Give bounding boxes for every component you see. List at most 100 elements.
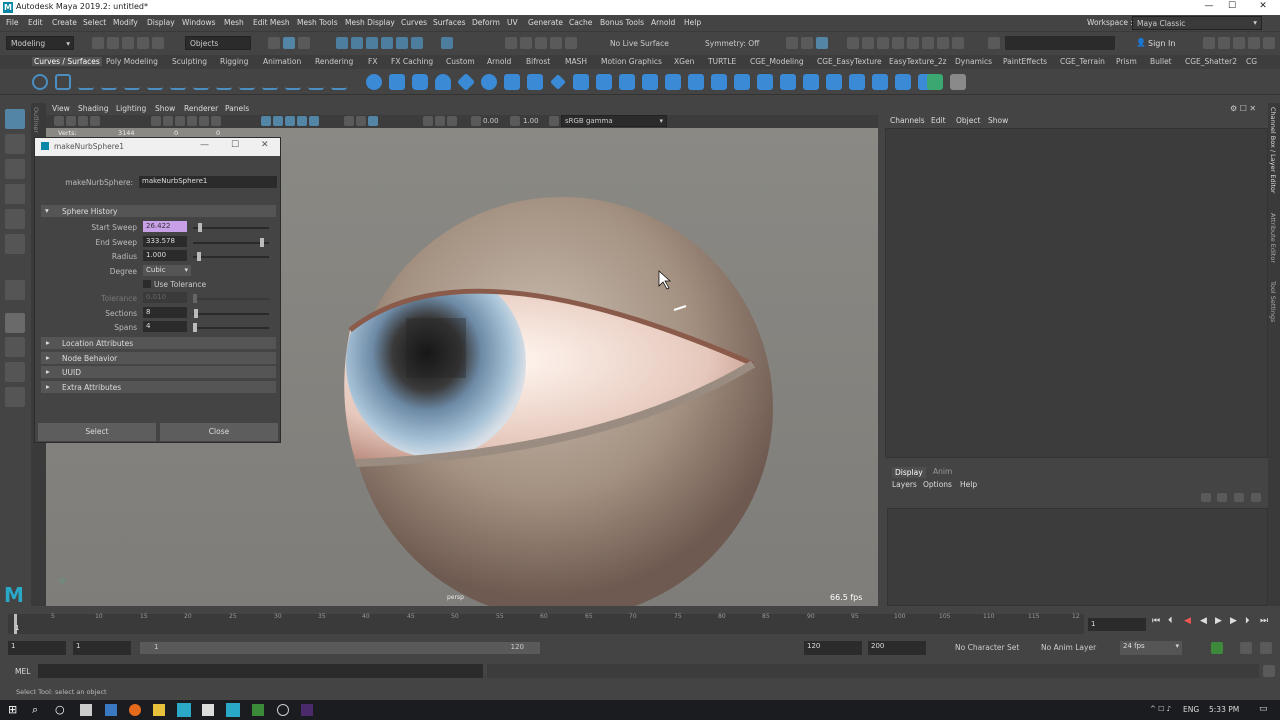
- start-sweep-slider[interactable]: [193, 223, 269, 232]
- task-view-icon[interactable]: ○: [55, 703, 65, 716]
- curve-editing-icon[interactable]: [331, 74, 347, 90]
- extend-curve-icon[interactable]: [239, 74, 255, 90]
- open-close-surface-icon[interactable]: [849, 74, 865, 90]
- color-management-icon[interactable]: [549, 116, 559, 126]
- menu-modify[interactable]: Modify: [113, 18, 138, 27]
- selection-mode-dropdown[interactable]: Objects: [185, 36, 251, 50]
- step-back-key-icon[interactable]: ⏴: [1168, 616, 1173, 626]
- boundary-icon[interactable]: [619, 74, 635, 90]
- vp-menu-show[interactable]: Show: [155, 104, 175, 113]
- redo-icon[interactable]: [152, 37, 164, 49]
- minimize-icon[interactable]: —: [200, 140, 209, 150]
- file-explorer-icon[interactable]: [153, 704, 165, 716]
- open-scene-icon[interactable]: [107, 37, 119, 49]
- camera-select-icon[interactable]: [54, 116, 64, 126]
- range-bar[interactable]: 1 120: [140, 642, 540, 654]
- loft-icon[interactable]: [527, 74, 543, 90]
- select-object-icon[interactable]: [283, 37, 295, 49]
- attach-curves-icon[interactable]: [170, 74, 186, 90]
- menu-mesh-display[interactable]: Mesh Display: [345, 18, 395, 27]
- render-view-icon[interactable]: [847, 37, 859, 49]
- tab-tool-settings[interactable]: Tool Settings: [1269, 281, 1277, 322]
- pause-viewport-icon[interactable]: [952, 37, 964, 49]
- render-icon[interactable]: [520, 37, 532, 49]
- slider-handle[interactable]: [198, 223, 203, 232]
- channel-box-area[interactable]: [885, 128, 1268, 458]
- colorspace-dropdown[interactable]: sRGB gamma ▾: [561, 115, 667, 127]
- menu-display[interactable]: Display: [147, 18, 175, 27]
- notepad-icon[interactable]: [80, 704, 92, 716]
- slider-handle[interactable]: [194, 309, 199, 318]
- render-settings-icon[interactable]: [550, 37, 562, 49]
- attribute-editor-toggle-icon[interactable]: [1203, 37, 1215, 49]
- layer-menu-help[interactable]: Help: [960, 480, 977, 489]
- light-editor-icon[interactable]: [937, 37, 949, 49]
- channel-box-options-icons[interactable]: ⚙ ☐ ✕: [1230, 104, 1256, 113]
- render-setup-icon[interactable]: [922, 37, 934, 49]
- step-forward-frame-icon[interactable]: ▶: [1230, 616, 1237, 626]
- sign-in-link[interactable]: Sign In: [1148, 39, 1175, 48]
- snap-point-icon[interactable]: [366, 37, 378, 49]
- insert-isoparm-icon[interactable]: [872, 74, 888, 90]
- vp-menu-lighting[interactable]: Lighting: [116, 104, 146, 113]
- tab-attribute-editor[interactable]: Attribute Editor: [1269, 213, 1277, 263]
- shelf-tab-sculpting[interactable]: Sculpting: [172, 57, 207, 66]
- shelf-tab-rigging[interactable]: Rigging: [220, 57, 248, 66]
- menu-curves[interactable]: Curves: [401, 18, 427, 27]
- shelf-tab-cge-terrain[interactable]: CGE_Terrain: [1060, 57, 1105, 66]
- close-button[interactable]: Close: [160, 423, 278, 441]
- menu-select[interactable]: Select: [83, 18, 106, 27]
- ep-curve-icon[interactable]: [78, 74, 94, 90]
- bevel-plus-icon[interactable]: [665, 74, 681, 90]
- layer-editor-toggle-icon[interactable]: [1248, 37, 1260, 49]
- menu-cache[interactable]: Cache: [569, 18, 592, 27]
- nurbs-cone-icon[interactable]: [435, 74, 451, 90]
- select-button[interactable]: Select: [38, 423, 156, 441]
- fps-dropdown[interactable]: 24 fps ▾: [1120, 641, 1182, 655]
- nurbs-cylinder-icon[interactable]: [412, 74, 428, 90]
- current-frame-field[interactable]: 1: [1088, 618, 1146, 631]
- menu-deform[interactable]: Deform: [472, 18, 500, 27]
- shelf-tab-fx-caching[interactable]: FX Caching: [391, 57, 433, 66]
- camera-attributes-icon[interactable]: [66, 116, 76, 126]
- system-tray-icons[interactable]: ^ ☐ ♪: [1150, 705, 1171, 713]
- add-points-icon[interactable]: [308, 74, 324, 90]
- pencil-curve-icon[interactable]: [101, 74, 117, 90]
- menu-bonus-tools[interactable]: Bonus Tools: [600, 18, 644, 27]
- bookmark-icon[interactable]: [78, 116, 88, 126]
- extra-attributes-section[interactable]: ▸ Extra Attributes: [41, 381, 276, 393]
- xray-joints-icon[interactable]: [447, 116, 457, 126]
- close-icon[interactable]: ✕: [261, 140, 269, 150]
- firefox-icon[interactable]: [129, 704, 141, 716]
- field-chart-icon[interactable]: [199, 116, 209, 126]
- ipr-render-icon[interactable]: [535, 37, 547, 49]
- use-all-lights-icon[interactable]: [297, 116, 307, 126]
- end-sweep-slider[interactable]: [193, 238, 269, 247]
- uuid-section[interactable]: ▸ UUID: [41, 366, 276, 378]
- exposure-value[interactable]: 0.00: [483, 117, 499, 125]
- menu-help[interactable]: Help: [684, 18, 701, 27]
- new-scene-icon[interactable]: [92, 37, 104, 49]
- live-surface-label[interactable]: No Live Surface: [610, 39, 669, 48]
- toggle-modeling-toolkit-icon[interactable]: [816, 37, 828, 49]
- outliner-tab[interactable]: Outliner: [32, 107, 40, 133]
- undo-icon[interactable]: [137, 37, 149, 49]
- app-icon[interactable]: [202, 704, 214, 716]
- shelf-tab-rendering[interactable]: Rendering: [315, 57, 353, 66]
- time-slider[interactable]: 1 5 10 15 20 25 30 35 40 45 50 55 60 65 …: [0, 608, 1280, 636]
- ambient-occlusion-icon[interactable]: [344, 116, 354, 126]
- loop-icon[interactable]: [1240, 642, 1252, 654]
- cb-menu-object[interactable]: Object: [956, 116, 980, 125]
- hypershade-icon[interactable]: [907, 37, 919, 49]
- go-to-end-icon[interactable]: ⏭: [1260, 616, 1268, 626]
- go-to-start-icon[interactable]: ⏮: [1152, 616, 1160, 626]
- vp-menu-panels[interactable]: Panels: [225, 104, 249, 113]
- paint-select-tool-icon[interactable]: [5, 159, 25, 179]
- menu-mesh[interactable]: Mesh: [224, 18, 244, 27]
- play-backwards-icon[interactable]: ◀: [1200, 616, 1207, 626]
- menu-edit[interactable]: Edit: [28, 18, 43, 27]
- mel-label[interactable]: MEL: [15, 667, 30, 676]
- toggle-outliner-icon[interactable]: [786, 37, 798, 49]
- layer-tab-anim[interactable]: Anim: [933, 467, 952, 476]
- end-sweep-field[interactable]: 333.578: [143, 236, 187, 247]
